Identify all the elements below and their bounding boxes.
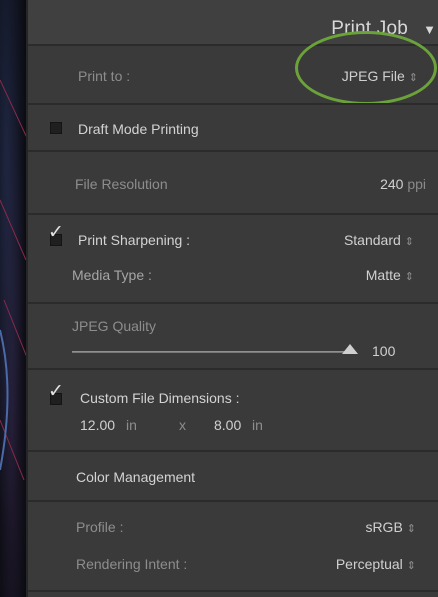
print-sharpening-label: Print Sharpening : [78,232,191,248]
panel-header[interactable]: Print Job ▼ [28,0,438,44]
file-resolution-field[interactable]: 240 ppi [380,176,426,192]
height-unit: in [252,417,263,433]
separator [28,500,438,502]
stepper-arrows-icon: ⇕ [408,72,418,84]
separator [28,44,438,46]
file-resolution-value: 240 [380,176,404,192]
color-management-title: Color Management [76,469,196,485]
print-sharpening-value: Standard [343,232,401,248]
draft-mode-checkbox[interactable] [50,122,62,134]
profile-select[interactable]: sRGB ⇕ [365,519,416,535]
file-resolution-unit: ppi [407,176,426,192]
checkmark-icon: ✓ [48,381,64,402]
profile-label: Profile : [76,519,124,535]
separator [28,450,438,452]
media-type-value: Matte [365,267,401,283]
separator [28,150,438,152]
print-to-label: Print to : [78,68,131,84]
width-value[interactable]: 12.00 [80,417,115,433]
separator [28,103,438,105]
separator [28,302,438,304]
rendering-intent-value: Perceptual [335,556,403,572]
dimension-separator: x [179,417,186,433]
jpeg-quality-label: JPEG Quality [72,318,157,334]
jpeg-quality-value[interactable]: 100 [372,343,395,359]
width-unit: in [126,417,137,433]
print-job-panel: Print Job ▼ Print to : JPEG File ⇕ Draft … [26,0,438,597]
print-to-value: JPEG File [341,68,405,84]
media-type-label: Media Type : [72,267,152,283]
media-type-select[interactable]: Matte ⇕ [366,267,414,283]
print-to-select[interactable]: JPEG File ⇕ [342,68,418,84]
separator [28,590,438,592]
jpeg-quality-slider-thumb[interactable] [342,344,358,354]
separator [28,368,438,370]
profile-value: sRGB [365,519,403,535]
triangle-down-icon[interactable]: ▼ [423,22,436,37]
rendering-intent-select[interactable]: Perceptual ⇕ [336,556,416,572]
stepper-arrows-icon: ⇕ [406,560,416,572]
separator [28,213,438,215]
stepper-arrows-icon: ⇕ [406,523,416,535]
stepper-arrows-icon: ⇕ [404,271,414,283]
print-sharpening-select[interactable]: Standard ⇕ [344,232,414,248]
custom-dimensions-label: Custom File Dimensions : [80,390,240,406]
stepper-arrows-icon: ⇕ [404,236,414,248]
rendering-intent-label: Rendering Intent : [76,556,188,572]
height-value[interactable]: 8.00 [214,417,241,433]
jpeg-quality-slider[interactable] [72,351,352,353]
checkmark-icon: ✓ [48,222,64,243]
draft-mode-label: Draft Mode Printing [78,121,199,137]
panel-title: Print Job [331,18,408,39]
file-resolution-label: File Resolution [75,176,168,192]
